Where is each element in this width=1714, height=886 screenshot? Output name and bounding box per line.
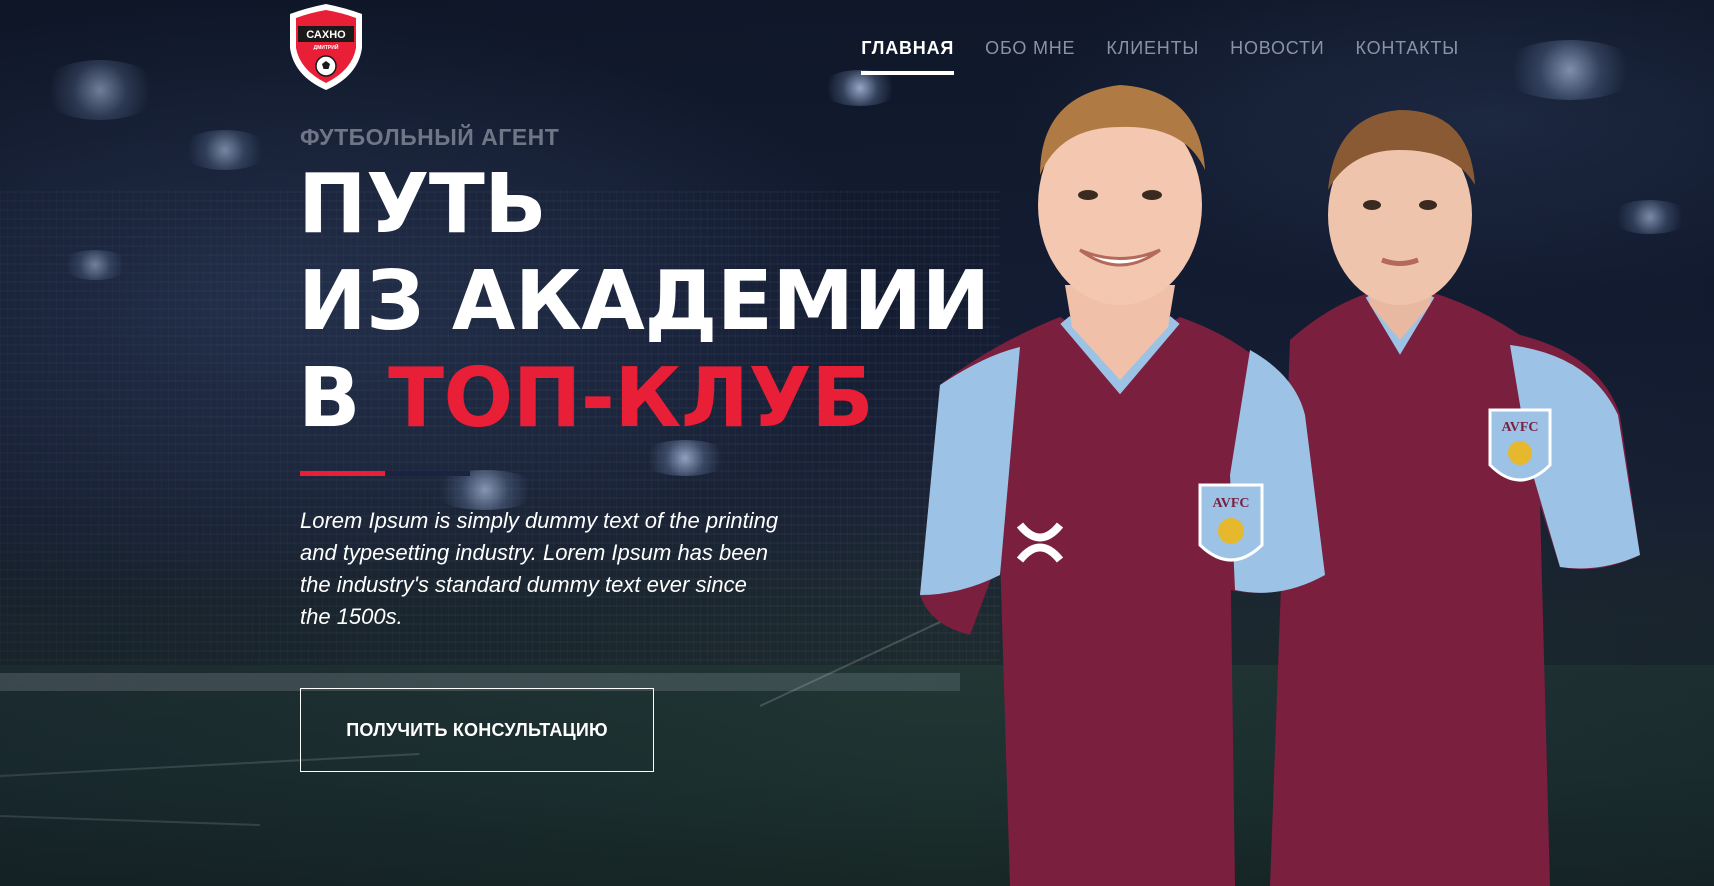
club-crest-icon: AVFC — [1198, 483, 1264, 562]
players-photo: AVFC AVFC — [920, 85, 1640, 886]
headline-divider — [300, 471, 470, 476]
nav-item-news[interactable]: НОВОСТИ — [1230, 38, 1324, 75]
headline-line-2: ИЗ АКАДЕМИИ — [298, 254, 990, 349]
headline-line-3-prefix: В — [298, 351, 389, 446]
get-consultation-button[interactable]: ПОЛУЧИТЬ КОНСУЛЬТАЦИЮ — [300, 688, 654, 772]
nav-item-home[interactable]: ГЛАВНАЯ — [861, 38, 955, 75]
main-nav: ГЛАВНАЯ ОБО МНЕ КЛИЕНТЫ НОВОСТИ КОНТАКТЫ — [861, 38, 1459, 75]
hero-headline: ПУТЬ ИЗ АКАДЕМИИ В ТОП-КЛУБ — [298, 156, 990, 447]
hero-eyebrow: ФУТБОЛЬНЫЙ АГЕНТ — [300, 124, 560, 150]
hero-lead-text: Lorem Ipsum is simply dummy text of the … — [300, 508, 779, 629]
svg-text:ДМИТРИЙ: ДМИТРИЙ — [314, 43, 339, 51]
svg-text:AVFC: AVFC — [1212, 496, 1249, 511]
site-logo[interactable]: САХНО ДМИТРИЙ — [288, 2, 364, 92]
nav-item-about[interactable]: ОБО МНЕ — [985, 38, 1075, 75]
headline-line-1: ПУТЬ — [298, 157, 547, 252]
player-right: AVFC — [1270, 110, 1640, 886]
svg-text:САХНО: САХНО — [306, 29, 346, 41]
nav-item-clients[interactable]: КЛИЕНТЫ — [1106, 38, 1199, 75]
svg-text:AVFC: AVFC — [1501, 420, 1538, 435]
nav-item-contacts[interactable]: КОНТАКТЫ — [1355, 38, 1459, 75]
football-icon — [315, 55, 337, 77]
headline-line-3-accent: ТОП-КЛУБ — [388, 351, 874, 446]
club-crest-icon: AVFC — [1488, 408, 1552, 482]
